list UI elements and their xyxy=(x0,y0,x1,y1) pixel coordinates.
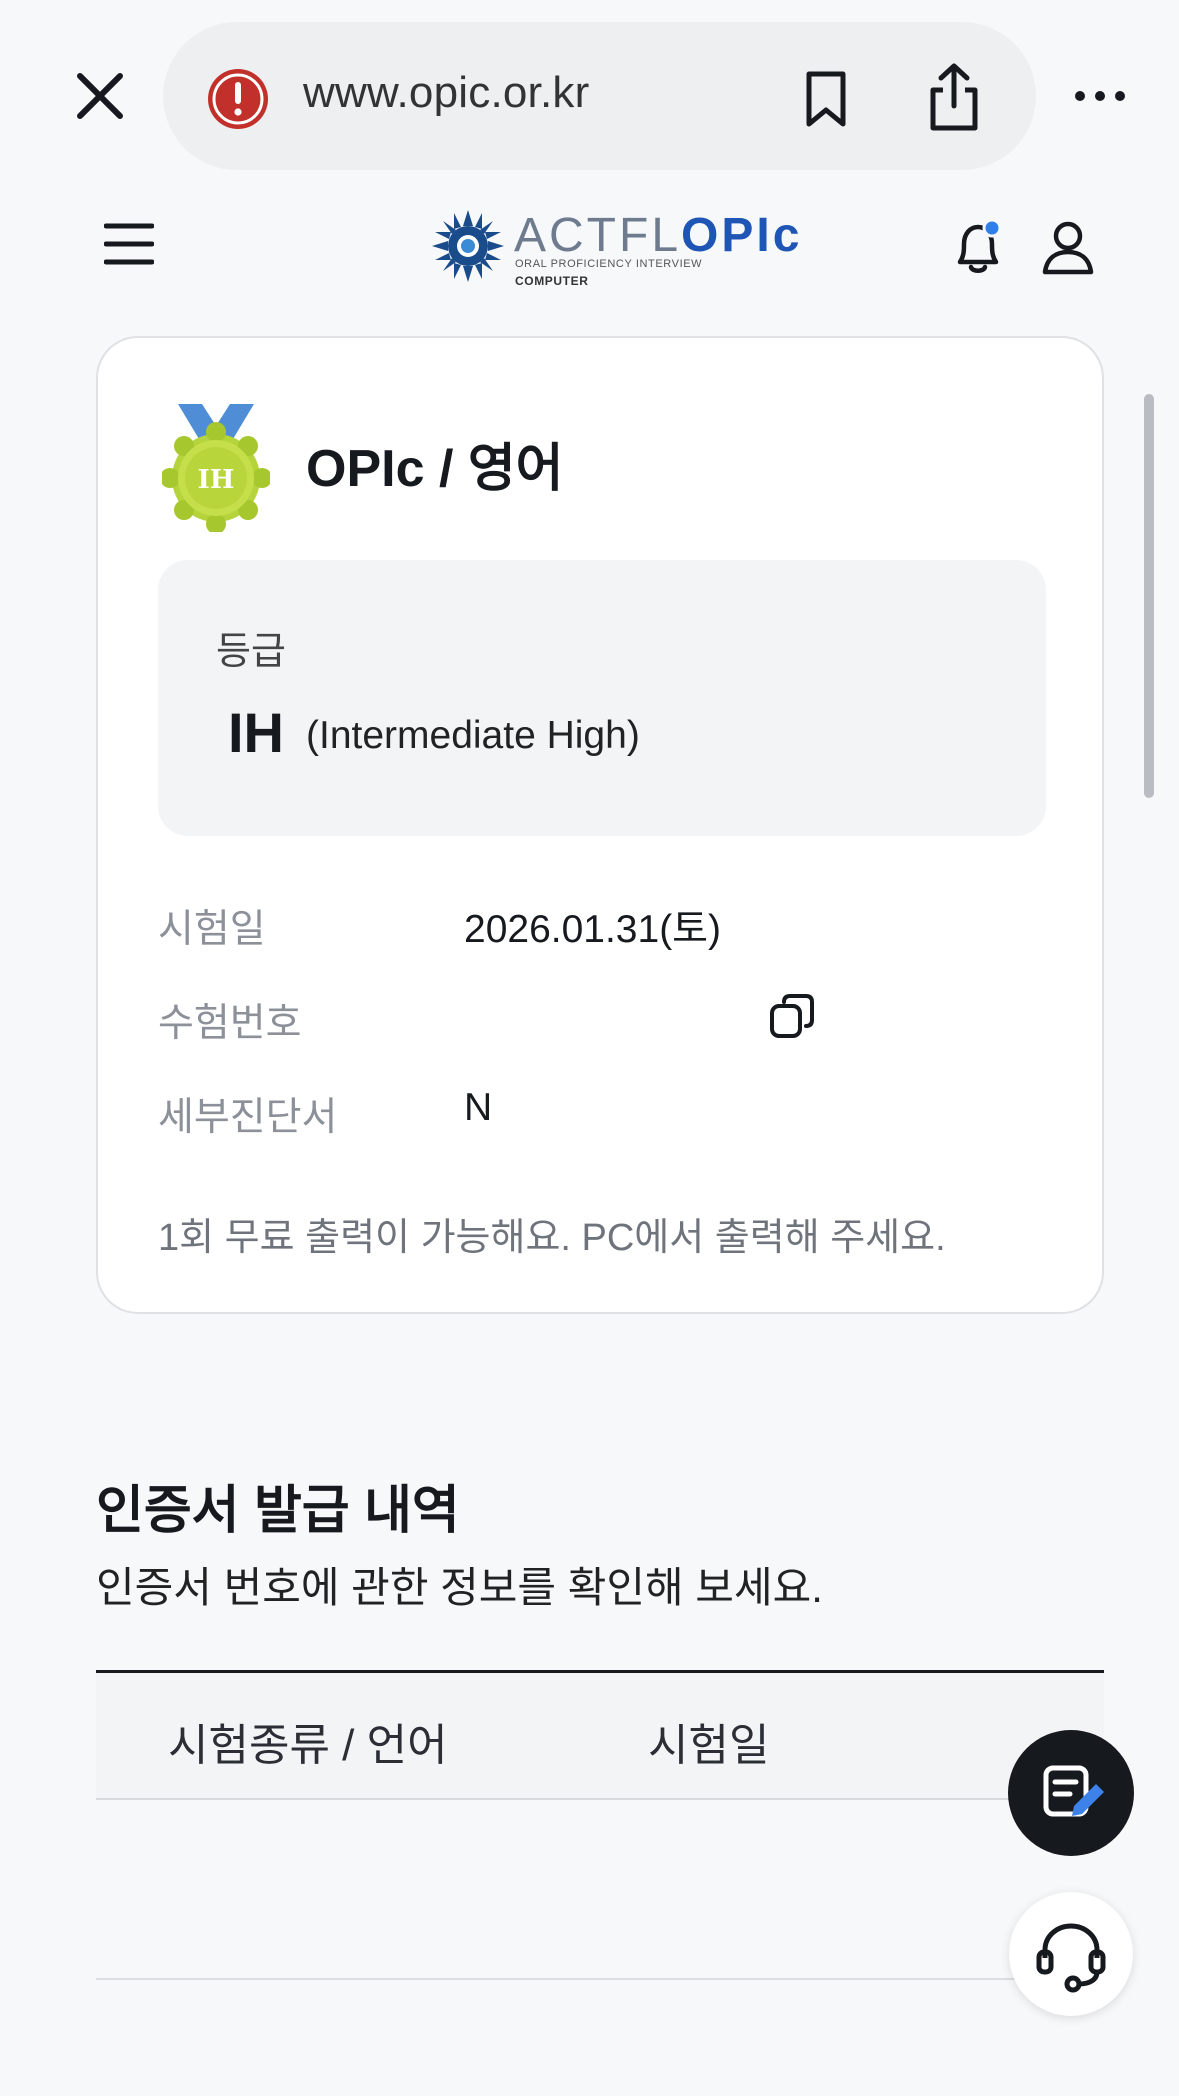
warning-icon[interactable] xyxy=(206,67,270,131)
exam-date-value: 2026.01.31(토) xyxy=(464,908,722,951)
bookmark-icon[interactable] xyxy=(801,70,851,128)
scrollbar[interactable] xyxy=(1144,394,1154,798)
medal-icon: IH xyxy=(162,402,270,532)
certificate-table: 시험종류 / 언어 시험일 xyxy=(96,1670,1104,1982)
print-note: 1회 무료 출력이 가능해요. PC에서 출력해 주세요. xyxy=(158,1217,946,1259)
section-subtitle: 인증서 번호에 관한 정보를 확인해 보세요. xyxy=(96,1564,823,1611)
customer-support-button[interactable] xyxy=(1009,1892,1133,2016)
grade-code: IH xyxy=(228,701,284,764)
logo-subtitle-computer: COMPUTER xyxy=(515,274,589,288)
logo-text: ACTFLOPIc xyxy=(514,209,803,262)
url-text: www.opic.or.kr xyxy=(303,68,590,117)
detail-report-label: 세부진단서 xyxy=(158,1096,338,1139)
actfl-opic-logo[interactable]: ACTFLOPIc ORAL PROFICIENCY INTERVIEW COM… xyxy=(432,208,799,290)
menu-icon[interactable] xyxy=(104,222,154,266)
column-header-exam-date: 시험일 xyxy=(648,1721,770,1770)
browser-bar: www.opic.or.kr xyxy=(0,0,1179,180)
grade-name: (Intermediate High) xyxy=(306,714,640,757)
column-header-exam-type: 시험종류 / 언어 xyxy=(168,1721,448,1770)
close-icon[interactable] xyxy=(72,68,128,124)
detail-report-value: N xyxy=(464,1086,493,1129)
logo-subtitle: ORAL PROFICIENCY INTERVIEW xyxy=(515,258,703,270)
headset-icon xyxy=(1036,1923,1106,1993)
exam-number-label: 수험번호 xyxy=(158,1002,302,1045)
share-icon[interactable] xyxy=(925,62,983,132)
grade-box: 등급 IH (Intermediate High) xyxy=(158,560,1046,836)
note-edit-icon xyxy=(1043,1765,1104,1817)
card-title: OPIc / 영어 xyxy=(306,440,564,498)
exam-date-label: 시험일 xyxy=(158,908,266,951)
user-icon[interactable] xyxy=(1040,218,1096,276)
medal-text: IH xyxy=(198,465,235,495)
section-title: 인증서 발급 내역 xyxy=(96,1482,460,1540)
more-icon[interactable] xyxy=(1072,84,1128,108)
copy-icon[interactable] xyxy=(768,992,816,1040)
address-bar[interactable]: www.opic.or.kr xyxy=(163,22,1036,170)
grade-label: 등급 xyxy=(216,631,286,673)
table-header: 시험종류 / 언어 시험일 xyxy=(96,1670,1104,1800)
result-card: IH OPIc / 영어 등급 IH (Intermediate High) 시… xyxy=(96,336,1104,1314)
bell-icon[interactable] xyxy=(950,218,1006,276)
note-edit-button[interactable] xyxy=(1008,1730,1134,1856)
logo-emblem xyxy=(432,210,504,282)
table-divider xyxy=(96,1978,1104,1980)
notification-dot xyxy=(982,218,1002,238)
